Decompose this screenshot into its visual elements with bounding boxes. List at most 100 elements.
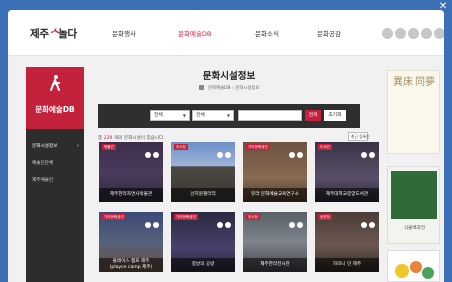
ad-title-right: 同夢 [415,77,435,88]
sidebar-item-artists[interactable]: 제주예술인 [32,175,82,186]
category-badge: 도서관 [318,144,332,150]
share-icon[interactable] [361,152,367,158]
card-title: 제주한라전시관 [243,258,307,272]
heart-icon[interactable] [153,152,159,158]
breadcrumb-item[interactable]: 문화시설정보 [235,86,259,91]
facility-card[interactable]: 공연장 하모니 인 제주 [315,212,379,272]
nav-item-news[interactable]: 문화소식 [255,28,279,40]
card-title: 중날의 공방 [171,258,235,272]
card-actions [359,213,377,228]
sidebar-item-groups[interactable]: 예술인단체 [32,158,82,169]
card-title-line1: 플레이스 캠프 제주 [112,259,150,264]
web-page: 제주ᄉ놀다 문화행사 문화예술DB 문화소식 문화공감 문화예술DB 문화시설정… [8,10,444,282]
person-icon [50,75,60,91]
facility-card[interactable]: 기타문화공간 중날의 공방 [171,212,235,272]
region-select[interactable]: 전체 ▼ [192,110,234,121]
nav-item-community[interactable]: 문화공감 [317,28,341,40]
heart-icon[interactable] [369,222,375,228]
result-count: 총 229 개의 문화시설이 있습니다. [98,135,165,141]
ad-graphic [395,261,434,279]
card-title: 플레이스 캠프 제주 (playce camp 제주) [99,258,163,272]
card-title-line2: (playce camp 제주) [109,265,153,270]
heart-icon[interactable] [225,152,231,158]
blog-icon[interactable] [434,28,444,39]
search-button[interactable]: 검색 [305,110,321,121]
site-logo[interactable]: 제주ᄉ놀다 [30,26,78,42]
heart-icon[interactable] [225,222,231,228]
reset-button[interactable]: 초기화 [324,110,346,121]
heart-icon[interactable] [369,152,375,158]
category-select[interactable]: 전체 ▼ [150,110,190,121]
share-icon[interactable] [217,152,223,158]
ad-caption: 식물백과전 [403,226,426,231]
category-badge: 전시장 [246,214,260,220]
sidebar-item-label: 예술인단체 [32,161,54,166]
facility-card[interactable]: 도서관 제주대학교중앙도서관 [315,142,379,202]
keyword-input[interactable] [238,110,302,121]
share-icon[interactable] [217,222,223,228]
region-select-value: 전체 [196,113,205,118]
ad-image [391,171,437,219]
banner-ad-middle[interactable]: 식물백과전 [387,166,440,244]
ad-title-left: 異床 [393,77,413,88]
heart-icon[interactable] [297,152,303,158]
facility-card[interactable]: 기타문화공간 뮤라 문화예술교육연구소 [243,142,307,202]
facebook-icon[interactable] [421,28,432,39]
category-badge: 기타문화공간 [174,214,198,220]
login-icon[interactable] [382,28,393,39]
sitemap-icon[interactable] [408,28,419,39]
share-icon[interactable] [289,152,295,158]
search-bar: 전체 ▼ 전체 ▼ 검색 초기화 [98,104,360,128]
category-badge: 기타문화공간 [246,144,270,150]
top-bar: 제주ᄉ놀다 문화행사 문화예술DB 문화소식 문화공감 [8,10,444,56]
facility-card[interactable]: 기타문화공간 플레이스 캠프 제주 (playce camp 제주) [99,212,163,272]
category-badge: 박물관 [102,144,116,150]
card-actions [287,213,305,228]
browser-frame: ✕ 제주ᄉ놀다 문화행사 문화예술DB 문화소식 문화공감 문화예술DB 문화시… [0,0,452,282]
card-title: 제주한라자연사박물관 [99,188,163,202]
share-icon[interactable] [361,222,367,228]
share-icon[interactable] [289,222,295,228]
nav-item-events[interactable]: 문화행사 [112,28,136,40]
page-title: 문화시설정보 [202,71,256,82]
card-title: 제주대학교중앙도서관 [315,188,379,202]
home-icon[interactable] [198,85,204,90]
card-actions [215,143,233,158]
facility-card[interactable]: 전시장 선지원갤러리 [171,142,235,202]
breadcrumb-item[interactable]: 문화예술DB [208,86,231,91]
banner-ad-bottom[interactable] [387,250,440,282]
breadcrumb: 문화예술DB › 문화시설정보 [104,85,354,91]
sort-select[interactable]: 최근 등록순 [348,132,370,141]
logo-mark: ᄉ [48,28,59,40]
category-badge: 공연장 [318,214,332,220]
logo-text-1: 제주 [30,28,49,40]
heart-icon[interactable] [153,222,159,228]
card-title: 뮤라 문화예술교육연구소 [243,188,307,202]
facility-card[interactable]: 전시장 제주한라전시관 [243,212,307,272]
share-icon[interactable] [145,152,151,158]
card-actions [359,143,377,158]
category-select-value: 전체 [154,113,163,118]
category-badge: 기타문화공간 [102,214,126,220]
logo-text-2: 놀다 [58,28,77,40]
nav-item-arts-db[interactable]: 문화예술DB [178,28,211,40]
sidebar-item-label: 문화시설정보 [32,144,58,149]
sidebar-header: 문화예술DB [26,67,84,129]
count-suffix: 개의 문화시설이 있습니다. [113,136,165,141]
heart-icon[interactable] [297,222,303,228]
card-actions [143,213,161,228]
sidebar-item-facilities[interactable]: 문화시설정보 › [32,141,82,152]
chevron-right-icon: › [77,143,79,149]
search-icon[interactable] [395,28,406,39]
category-badge: 전시장 [174,144,188,150]
count-value: 229 [103,136,113,141]
card-title: 선지원갤러리 [171,188,235,202]
banner-ad-top[interactable]: 異床 同夢 [387,70,440,154]
count-prefix: 총 [98,136,103,141]
facility-card[interactable]: 박물관 제주한라자연사박물관 [99,142,163,202]
chevron-down-icon: ▼ [182,113,186,118]
sidebar-title: 문화예술DB [35,105,75,114]
card-actions [143,143,161,158]
share-icon[interactable] [145,222,151,228]
card-actions [215,213,233,228]
